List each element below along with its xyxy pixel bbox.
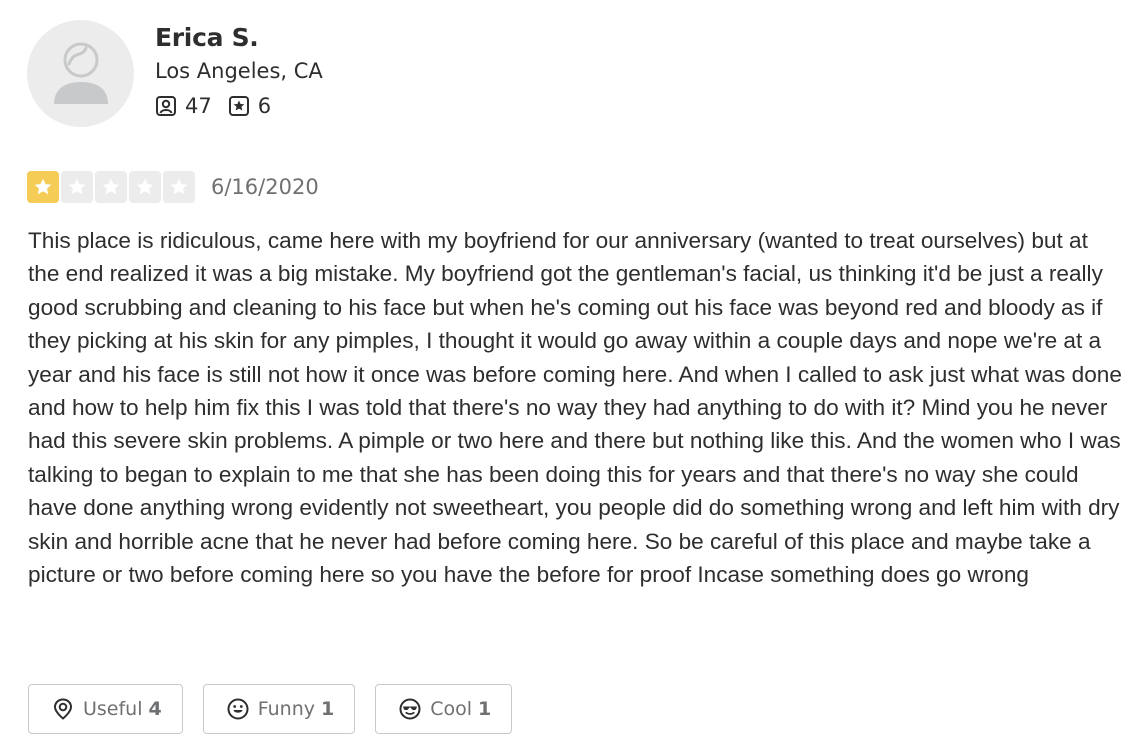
star-empty-icon	[95, 171, 127, 203]
review-star-icon	[228, 96, 249, 116]
useful-label: Useful	[83, 698, 143, 720]
user-stats: 47 6	[155, 94, 323, 118]
smile-icon	[227, 698, 249, 720]
reviewer-header: Erica S. Los Angeles, CA 47 6	[27, 20, 323, 127]
user-location: Los Angeles, CA	[155, 59, 323, 83]
funny-button[interactable]: Funny 1	[202, 684, 356, 734]
star-empty-icon	[163, 171, 195, 203]
review-date: 6/16/2020	[211, 175, 319, 199]
user-info: Erica S. Los Angeles, CA 47 6	[155, 22, 323, 118]
funny-count: 1	[321, 698, 335, 720]
friends-count: 47	[185, 94, 212, 118]
lightbulb-icon	[53, 698, 73, 720]
cool-label: Cool	[430, 698, 473, 720]
star-empty-icon	[129, 171, 161, 203]
friends-icon	[156, 96, 176, 116]
friends-stat: 47	[155, 94, 212, 118]
star-filled-icon	[27, 171, 59, 203]
reviews-stat: 6	[228, 94, 271, 118]
cool-button[interactable]: Cool 1	[375, 684, 513, 734]
sunglasses-icon	[399, 698, 421, 720]
useful-button[interactable]: Useful 4	[28, 684, 183, 734]
useful-count: 4	[148, 698, 162, 720]
user-name[interactable]: Erica S.	[155, 22, 323, 54]
user-avatar[interactable]	[27, 20, 134, 127]
star-rating	[27, 171, 197, 203]
reaction-buttons: Useful 4 Funny 1 Cool 1	[28, 684, 532, 734]
review-text: This place is ridiculous, came here with…	[28, 228, 1122, 588]
star-empty-icon	[61, 171, 93, 203]
funny-label: Funny	[257, 698, 316, 720]
cool-count: 1	[478, 698, 492, 720]
default-user-avatar-icon	[53, 42, 108, 104]
review-rating-row: 6/16/2020	[27, 171, 319, 203]
reviews-count: 6	[257, 94, 272, 118]
